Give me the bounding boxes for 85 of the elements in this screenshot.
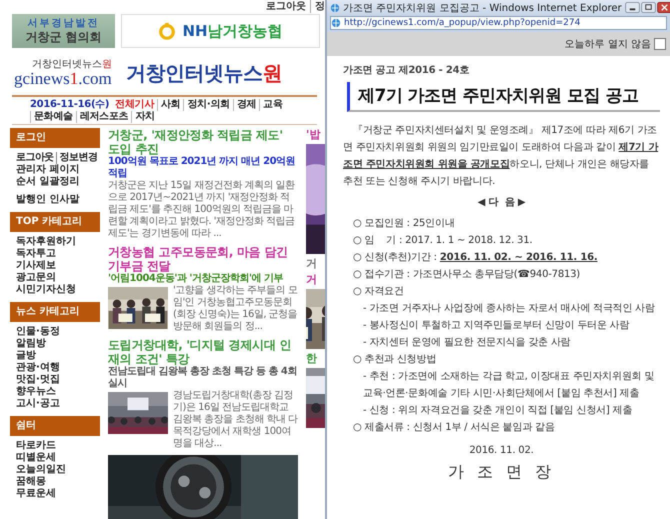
list-item: ○ 추천과 신청방법 [352,353,438,367]
article-title[interactable]: 거창농협 고주모동문회, 마음 담긴 기부금 전달 [108,245,298,273]
sidebar-link[interactable]: 향우뉴스 [16,386,56,398]
sidebar-link[interactable]: 관리자 페이지 [16,164,80,176]
list-item: ○ 모집인원 : 25인이내 [352,217,456,231]
ad-banner[interactable]: NH남거창농협 [121,14,320,48]
sidebar-link[interactable]: 독자투고 [16,248,56,260]
address-field[interactable]: http://gcinews1.com/a_popup/view.php?openid=274 [330,16,667,30]
sidebar-link[interactable]: 관광·여행 [16,362,60,374]
minimize-icon[interactable] [624,2,640,13]
article-title[interactable]: '밥 [306,128,320,141]
sidebar-link[interactable]: 로그아웃 [16,152,54,164]
sidebar-link[interactable]: 정보변경 [56,152,98,164]
ad-banner[interactable]: 서부경남발전 거창군 협의회 [12,14,115,48]
article-title[interactable]: 한 [306,352,317,365]
nav-link[interactable]: 정치·의회 [183,99,233,111]
article-title[interactable]: 거창군, '재정안정화 적립금 제도' 도입 추진 [108,128,298,156]
sidebar-link[interactable]: 기사제보 [16,260,56,272]
section-header: TOP 카테고리 [10,212,100,232]
logo-domain[interactable]: gcinews1.com [14,70,112,88]
section-header: 뉴스 카테고리 [10,302,100,322]
sidebar-link[interactable]: 시민기자신청 [16,284,76,296]
article-title[interactable]: 도립거창대학, '디지털 경제시대 인재의 조건' 특강 [108,338,298,366]
article-summary: 거창군은 지난 15일 재정건전화 계획의 일환으로 2017년~2021년 까지 '재정안정화 적립금 제도'를 추진해 100억원의 적립금을 마련할 계획이라고 밝혔다. '재정안정화 적립금 제도'는 경기변동에 따라 ... [108,180,296,240]
nav-link[interactable]: 자치 [131,111,158,123]
sidebar-link[interactable]: 맛집·멋집 [16,374,60,386]
list-item: - 봉사정신이 투철하고 지역주민들로부터 신망이 두터운 사람 [362,319,630,333]
nav-date: 2016-11-16(수) [30,99,110,111]
dismiss-label: 오늘하루 열지 않음 [564,38,651,51]
list-item: - 추천 : 가조면에 소재하는 각급 학교, 이장대표 주민자치위원회 및 교육·언론·문화예술 기타 시민·사회단체에서 [붙임 추천서] 제출 [362,370,656,401]
globe-icon [331,18,341,28]
logo-tagline: 거창인터넷뉴스원 [32,58,112,70]
globe-icon [330,2,340,12]
banner-text: 거창군 협의회 [25,30,102,44]
window-title: 가조면 주민자치위원 모집공고 - Windows Internet Explorer [343,2,622,14]
sidebar-link[interactable]: 타로카드 [16,440,56,452]
article-subtitle: 100억원 목표로 2021년 까지 매년 20억원 적립 [108,156,296,180]
notice-heading: 제7기 가조면 주민자치위원 모집 공고 [347,82,660,112]
section-header: 쉼터 [10,416,100,436]
bank-name: NH남거창농협 [182,22,283,40]
top-link[interactable]: 로그아웃 [266,0,306,13]
sidebar-link[interactable]: 알림방 [16,338,46,350]
sidebar-link[interactable]: 인물·동정 [16,326,60,338]
list-item: ○ 자격요건 [352,285,405,299]
sidebar-link[interactable]: 오늘의일진 [16,464,66,476]
list-item: - 신청 : 위의 자격요건을 갖춘 개인이 직접 [붙임 신청서] 제출 [362,404,634,418]
sidebar-link[interactable]: 고시·공고 [16,398,60,410]
list-item: ○ 접수기관 : 가조면사무소 총무담당(☎940-7813) [352,268,582,282]
article-summary: '고향을 생각하는 주부들의 모임'인 거창농협고주모동문회(회장 신명숙)는 16일, 군청을 방문해 회원들의 정... [173,285,298,333]
signer-name: 가 조 면 장 [446,461,556,483]
notice-subheading: ◀ 다 음 ▶ [476,196,526,210]
sidebar-link[interactable]: 글방 [16,350,36,362]
sidebar-link[interactable]: 광고문의 [16,272,56,284]
sidebar-link[interactable]: 발행인 인사말 [16,194,80,206]
article-subtitle: 전남도립대 김왕복 총장 초청 특강 등 총 4회 실시 [108,366,298,390]
checkbox[interactable] [654,38,666,50]
article-title[interactable]: 거 [306,257,317,270]
notice-date: 2016. 11. 02. [468,444,535,458]
sidebar-link[interactable]: 무료운세 [16,488,56,500]
article-title[interactable]: 거 [306,273,317,286]
article-subtitle: '어림1004운동'과 '거창군장학회'에 기부 [108,273,284,285]
section-header: 로그인 [10,128,100,148]
list-item: - 가조면 거주자나 사업장에 종사하는 자로서 매사에 적극적인 사람 [362,302,656,316]
ring-logo-icon [158,22,176,40]
nav-link[interactable]: 교육 [259,99,286,111]
list-item: - 자치센터 운영에 필요한 전문지식을 갖춘 사람 [362,336,572,350]
list-item: ○ 제출서류 : 신청서 1부 / 서식은 붙임과 같음 [352,421,556,435]
sidebar-link[interactable]: 순서 일괄정리 [16,176,80,188]
close-icon[interactable] [656,2,670,13]
nav-link[interactable]: 사회 [157,99,184,111]
sidebar-link[interactable]: 독자후원하기 [16,236,76,248]
list-item: ○ 임 기 : 2017. 1. 1 ~ 2018. 12. 31. [352,234,534,248]
notice-number: 가조면 공고 제2016 - 24호 [343,64,470,78]
list-item: ○ 신청(추천)기간 : 2016. 11. 02. ~ 2016. 11. 16. [352,251,598,265]
nav-link[interactable]: 레저스포츠 [76,111,132,123]
sidebar-link[interactable]: 꿈해몽 [16,476,46,488]
notice-paragraph: 『거창군 주민자치센터설치 및 운영조례』 제17조에 따라 제6기 가조면 주민자치위원회 위원의 임기만료일이 도래하여 다음과 같이 제7기 가조면 주민자치위원회 위원을 공개모집하오니, 단체나 개인은 해당자를 추천 또는 신청해 주시기 바랍니다. [343,124,660,189]
article-summary: 경남도립거창대학(총장 김정기)은 16일 전남도립대학교 김왕복 총장을 초청해 학내 다목적강당에서 재학생 100여명을 대상... [173,390,298,450]
nav-link[interactable]: 전체기사 [112,99,158,111]
nav-link[interactable]: 문화예술 [30,111,76,123]
nav-link[interactable]: 경제 [232,99,260,111]
maximize-icon[interactable] [640,2,656,13]
banner-text: 서부경남발전 [28,18,100,30]
site-title[interactable]: 거창인터넷뉴스원 [126,60,282,86]
sidebar-link[interactable]: 띠별운세 [16,452,56,464]
